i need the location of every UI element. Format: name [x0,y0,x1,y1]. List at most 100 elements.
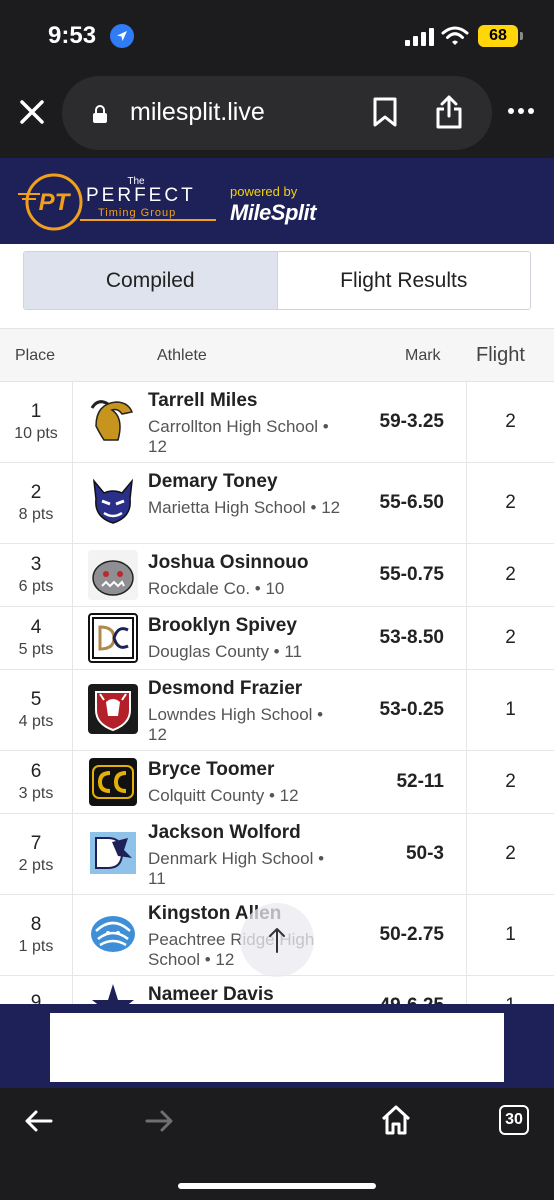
lion-logo-icon [88,909,138,959]
athlete-flight: 2 [466,544,554,606]
browser-bottom-bar: 30 [0,1088,554,1200]
table-row[interactable]: 2 8 pts Demary Toney Marietta High School… [0,463,554,544]
athlete-flight: 1 [466,895,554,975]
athlete-mark: 59-3.25 [379,411,444,432]
place-points: 4 pts [18,713,54,730]
milesplit-logo[interactable]: MileSplit [230,200,316,226]
blue-devil-logo-icon [88,477,138,527]
athlete-school: Carrollton High School • 12 [148,417,329,456]
athlete-name[interactable]: Tarrell Miles [148,390,257,412]
athlete-name[interactable]: Demary Toney [148,471,278,493]
danes-logo-icon [88,828,138,878]
home-icon[interactable] [380,1104,412,1136]
status-time: 9:53 [48,22,97,49]
url-text[interactable]: milesplit.live [130,98,265,127]
results-tabs: Compiled Flight Results [23,251,531,310]
athlete-mark: 52-11 [396,771,444,792]
athlete-mark: 53-8.50 [379,627,444,648]
column-header-athlete[interactable]: Athlete [157,347,207,365]
star-logo-icon [88,982,138,1004]
athlete-mark: 55-0.75 [379,564,444,585]
site-banner: PT The PERFECT Timing Group powered by M… [0,158,554,244]
home-indicator [178,1183,376,1189]
place-points: 5 pts [18,641,54,658]
table-row[interactable]: 1 10 pts Tarrell Miles Carrollton High Sc… [0,382,554,463]
athlete-flight: 2 [466,463,554,543]
table-row[interactable]: 9 Nameer Davis 49-6.25 1 [0,976,554,1004]
location-arrow-icon [110,24,134,48]
athlete-flight: 2 [466,607,554,669]
column-header-mark[interactable]: Mark [405,347,441,365]
place-number: 1 [30,401,42,422]
back-arrow-icon[interactable] [24,1108,54,1134]
place-points: 3 pts [18,785,54,802]
place-points: 1 pts [18,938,54,955]
athlete-name[interactable]: Brooklyn Spivey [148,615,297,637]
status-bar: 9:53 68 [0,0,554,70]
trojan-logo-icon [88,396,138,446]
perfect-timing-logo[interactable]: PT The PERFECT Timing Group [18,172,218,232]
athlete-school: Lowndes High School • 12 [148,705,324,744]
athlete-flight: 2 [466,814,554,894]
athlete-flight: 1 [466,670,554,750]
athlete-name[interactable]: Joshua Osinnouo [148,552,308,574]
more-options-icon[interactable] [508,108,534,114]
athlete-school: Marietta High School • 12 [148,498,341,517]
tab-count-button[interactable]: 30 [499,1105,529,1135]
tab-flight-results[interactable]: Flight Results [277,252,530,309]
ad-banner [0,1004,554,1088]
athlete-name[interactable]: Jackson Wolford [148,822,301,844]
bulldog-logo-icon [88,550,138,600]
pt-timing-text: Timing Group [98,207,176,219]
cellular-signal-icon [405,28,434,46]
table-header: Place Athlete Mark Flight [0,329,554,382]
battery-icon: 68 [478,25,523,47]
place-number: 9 [30,992,42,1004]
column-header-place[interactable]: Place [15,347,55,365]
bookmark-icon[interactable] [372,96,398,128]
athlete-name[interactable]: Nameer Davis [148,984,274,1004]
column-header-flight[interactable]: Flight [476,344,525,367]
place-points: 2 pts [18,857,54,874]
athlete-flight: 2 [466,751,554,813]
place-points: 8 pts [18,506,54,523]
athlete-name[interactable]: Desmond Frazier [148,678,302,700]
viking-shield-logo-icon [88,684,138,734]
place-points: 6 pts [18,578,54,595]
place-points: 10 pts [14,425,58,442]
place-number: 4 [30,617,42,638]
athlete-flight: 1 [466,976,554,1004]
address-bar[interactable]: milesplit.live [62,76,492,150]
close-icon[interactable] [14,94,50,130]
share-icon[interactable] [434,94,464,130]
athlete-flight: 2 [466,382,554,462]
table-row[interactable]: 3 6 pts Joshua Osinnouo Rockdale Co. • 10… [0,544,554,607]
table-row[interactable]: 6 3 pts Bryce Toomer Colquitt County • 12… [0,751,554,814]
cc-logo-icon [88,757,138,807]
tab-compiled[interactable]: Compiled [24,252,278,309]
athlete-mark: 50-2.75 [379,924,444,945]
pt-initials: PT [39,189,72,216]
lock-icon [93,105,107,123]
athlete-mark: 53-0.25 [379,699,444,720]
place-number: 8 [30,914,42,935]
athlete-name[interactable]: Bryce Toomer [148,759,274,781]
arrow-up-icon [269,928,285,953]
browser-toolbar: milesplit.live [0,70,554,158]
table-row[interactable]: 5 4 pts Desmond Frazier Lowndes High Scho… [0,670,554,751]
athlete-mark: 50-3 [405,843,444,864]
dc-logo-icon [88,613,138,663]
scroll-to-top-button[interactable] [240,903,314,977]
powered-by-text: powered by [230,184,298,199]
athlete-school: Douglas County • 11 [148,642,303,661]
pt-perfect-text: PERFECT [86,185,196,206]
place-number: 5 [30,689,42,710]
forward-arrow-icon[interactable] [144,1108,174,1134]
table-row[interactable]: 7 2 pts Jackson Wolford Denmark High Scho… [0,814,554,895]
table-row[interactable]: 4 5 pts Brooklyn Spivey Douglas County • … [0,607,554,670]
athlete-school: Colquitt County • 12 [148,786,299,805]
athlete-mark: 49-6.25 [380,995,444,1004]
ad-slot[interactable] [50,1013,504,1082]
place-number: 3 [30,554,42,575]
place-number: 2 [30,482,42,503]
